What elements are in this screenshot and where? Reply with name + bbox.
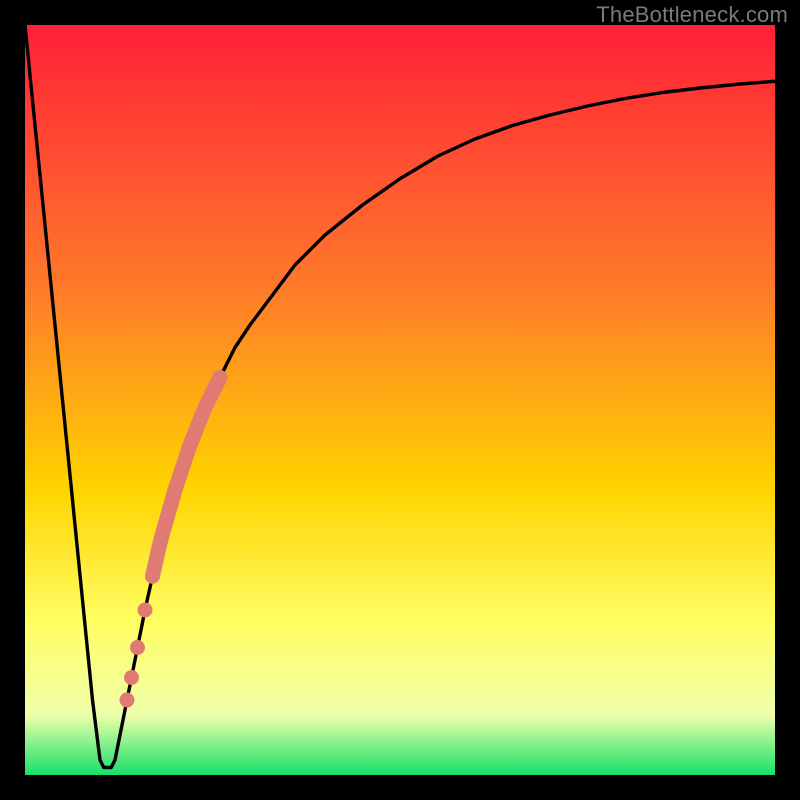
marker-dot (130, 640, 145, 655)
bottleneck-chart (25, 25, 775, 775)
chart-frame: TheBottleneck.com (0, 0, 800, 800)
plot-area (25, 25, 775, 775)
gradient-background (25, 25, 775, 775)
marker-dot (138, 603, 153, 618)
marker-dot (124, 670, 139, 685)
marker-dot (120, 693, 135, 708)
